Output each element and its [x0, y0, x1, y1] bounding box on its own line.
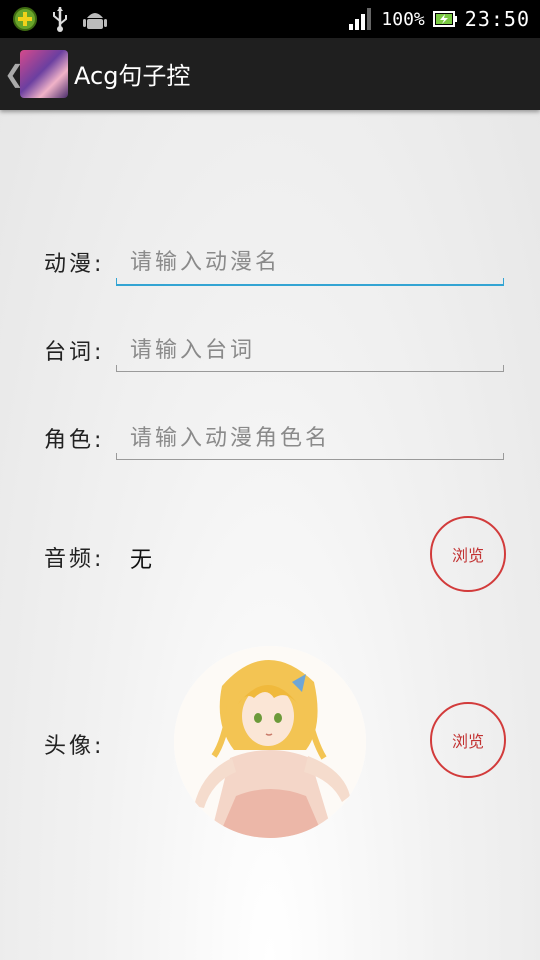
battery-charging-icon — [432, 11, 457, 27]
status-bar-notifications — [12, 4, 108, 34]
audio-value: 无 — [130, 548, 153, 573]
android-debug-icon — [83, 13, 107, 29]
battery-percent: 100% — [381, 8, 425, 30]
character-input-underline — [116, 453, 504, 460]
avatar-label: 头像: — [44, 734, 105, 759]
quote-label: 台词: — [44, 340, 105, 365]
avatar-browse-button[interactable]: 浏览 — [430, 702, 506, 778]
app-title: Acg句子控 — [74, 62, 191, 90]
audio-browse-button[interactable]: 浏览 — [430, 516, 506, 592]
avatar-image[interactable] — [174, 646, 366, 838]
usb-icon — [53, 7, 67, 32]
character-input[interactable] — [116, 418, 504, 458]
app-notification-icon — [13, 7, 37, 31]
signal-icon — [349, 8, 372, 30]
quote-input[interactable] — [116, 330, 504, 370]
clock: 23:50 — [464, 7, 530, 31]
status-bar: 100% 23:50 — [0, 0, 540, 38]
app-logo[interactable] — [20, 50, 68, 98]
action-bar: ❮ Acg句子控 — [0, 38, 540, 110]
quote-input-underline — [116, 365, 504, 372]
anime-input-underline — [116, 278, 504, 286]
status-bar-system: 100% 23:50 — [349, 4, 530, 34]
character-label: 角色: — [44, 428, 105, 453]
audio-label: 音频: — [44, 547, 105, 572]
anime-label: 动漫: — [44, 252, 105, 277]
anime-input[interactable] — [116, 242, 504, 282]
